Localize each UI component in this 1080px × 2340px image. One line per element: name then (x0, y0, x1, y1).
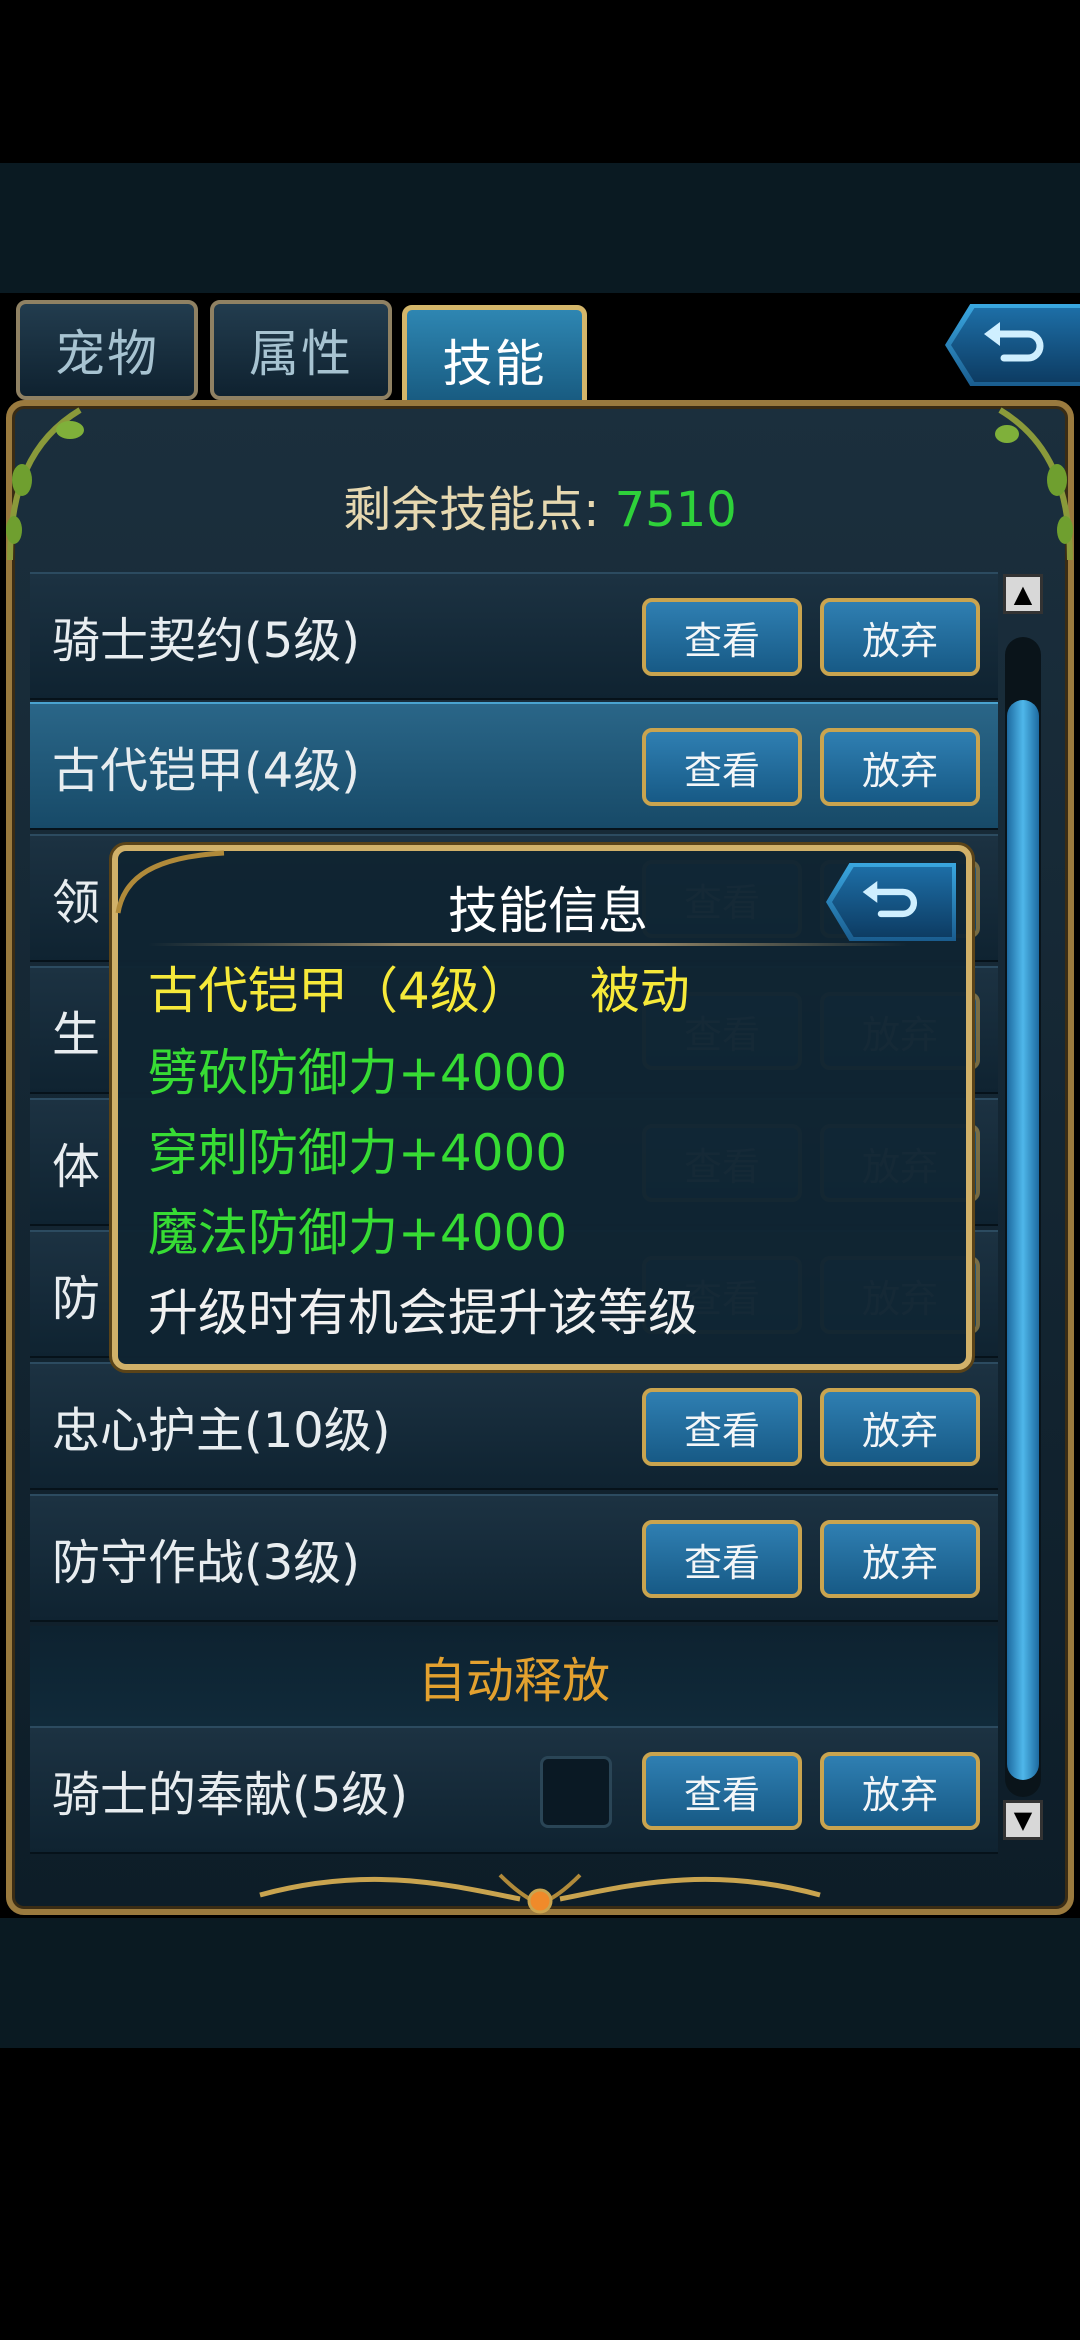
popup-skill-type: 被动 (589, 962, 690, 1020)
popup-effect: 魔法防御力+4000 (148, 1204, 568, 1262)
abandon-button[interactable]: 放弃 (820, 1520, 980, 1598)
scroll-up-icon[interactable]: ▲ (1003, 574, 1043, 614)
skill-row[interactable]: 忠心护主(10级) 查看 放弃 (30, 1362, 998, 1490)
popup-divider (148, 943, 908, 946)
tab-attributes[interactable]: 属性 (210, 300, 392, 400)
popup-skill-name: 古代铠甲（4级） (148, 962, 530, 1020)
abandon-button[interactable]: 放弃 (820, 728, 980, 806)
return-arrow-icon (862, 880, 917, 918)
view-button[interactable]: 查看 (642, 598, 802, 676)
skill-name: 体 (52, 1139, 101, 1195)
header-band (0, 163, 1080, 293)
view-button[interactable]: 查看 (642, 1752, 802, 1830)
popup-effect: 穿刺防御力+4000 (148, 1124, 568, 1182)
popup-close-button[interactable] (826, 863, 956, 941)
abandon-button[interactable]: 放弃 (820, 598, 980, 676)
popup-note: 升级时有机会提升该等级 (148, 1284, 698, 1342)
view-button[interactable]: 查看 (642, 728, 802, 806)
popup-effect: 劈砍防御力+4000 (148, 1044, 568, 1102)
bottom-black-area (0, 2048, 1080, 2340)
skill-points-display: 剩余技能点: 7510 (0, 470, 1080, 540)
skill-name: 领 (52, 875, 101, 931)
scrollbar-thumb[interactable] (1007, 700, 1039, 1780)
scroll-down-icon[interactable]: ▼ (1003, 1800, 1043, 1840)
tab-skills[interactable]: 技能 (402, 305, 587, 415)
skill-name: 防 (52, 1271, 101, 1327)
auto-skill-row[interactable]: 骑士的奉献(5级) 查看 放弃 (30, 1726, 998, 1854)
skill-name: 骑士契约(5级) (52, 613, 360, 669)
skill-points-value: 7510 (614, 482, 737, 538)
skill-row-selected[interactable]: 古代铠甲(4级) 查看 放弃 (30, 702, 998, 830)
back-button[interactable] (945, 304, 1080, 386)
skill-info-popup: 技能信息 古代铠甲（4级） 被动 劈砍防御力+4000 穿刺防御力+4000 魔法… (112, 845, 972, 1370)
abandon-button[interactable]: 放弃 (820, 1752, 980, 1830)
footer-band (0, 1918, 1080, 2048)
skill-name: 防守作战(3级) (52, 1535, 360, 1591)
skill-name: 古代铠甲(4级) (52, 743, 360, 799)
status-bar-area (0, 0, 1080, 163)
skill-name: 生 (52, 1007, 101, 1063)
skill-row[interactable]: 骑士契约(5级) 查看 放弃 (30, 572, 998, 700)
view-button[interactable]: 查看 (642, 1520, 802, 1598)
popup-skill-heading: 古代铠甲（4级） 被动 (148, 951, 690, 1023)
tab-pet[interactable]: 宠物 (16, 300, 198, 400)
skill-row[interactable]: 防守作战(3级) 查看 放弃 (30, 1494, 998, 1622)
auto-release-checkbox[interactable] (540, 1756, 612, 1828)
skill-name: 忠心护主(10级) (52, 1403, 391, 1459)
auto-release-header: 自动释放 (30, 1626, 998, 1726)
abandon-button[interactable]: 放弃 (820, 1388, 980, 1466)
skill-points-label: 剩余技能点: (343, 482, 600, 538)
view-button[interactable]: 查看 (642, 1388, 802, 1466)
skill-name: 骑士的奉献(5级) (52, 1767, 408, 1823)
return-arrow-icon (984, 322, 1044, 362)
panel-bottom-ornament-icon (259, 1873, 821, 1914)
